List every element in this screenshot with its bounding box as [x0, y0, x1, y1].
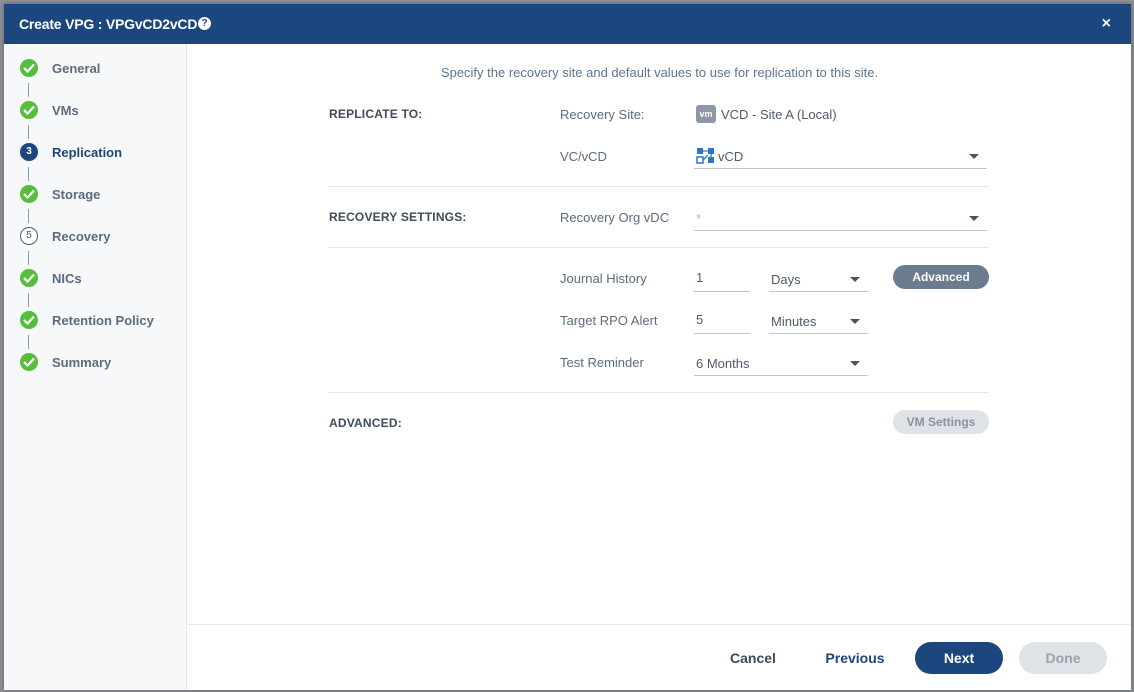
cancel-button[interactable]: Cancel — [708, 642, 798, 674]
step-label: General — [52, 61, 101, 76]
divider — [328, 186, 989, 187]
checkmark-icon — [20, 185, 38, 203]
previous-button[interactable]: Previous — [810, 642, 900, 674]
chevron-down-icon — [850, 277, 860, 282]
step-summary[interactable]: Summary — [4, 347, 187, 377]
step-label: Retention Policy — [52, 313, 154, 328]
step-label: Storage — [52, 187, 101, 202]
dialog-title: Create VPG : VPGvCD2vCD — [19, 16, 198, 32]
divider — [328, 392, 989, 393]
next-button[interactable]: Next — [915, 642, 1003, 674]
step-label: Recovery — [52, 229, 111, 244]
step-retention-policy[interactable]: Retention Policy — [4, 305, 187, 335]
recovery-settings-heading: RECOVERY SETTINGS: — [329, 210, 467, 224]
step-label: NICs — [52, 271, 82, 286]
recovery-org-vdc-select[interactable]: * — [694, 205, 987, 231]
target-rpo-unit-value: Minutes — [771, 314, 817, 329]
recovery-org-vdc-placeholder: * — [696, 211, 702, 226]
test-reminder-select[interactable]: 6 Months — [694, 350, 868, 376]
checkmark-icon — [20, 353, 38, 371]
journal-history-unit-value: Days — [771, 272, 801, 287]
step-instructions: Specify the recovery site and default va… — [440, 65, 879, 80]
step-vms[interactable]: VMs — [4, 95, 187, 125]
step-number-icon: 3 — [20, 143, 38, 161]
target-rpo-unit-select[interactable]: Minutes — [769, 308, 868, 334]
step-label: VMs — [52, 103, 79, 118]
replication-step-content: Specify the recovery site and default va… — [188, 44, 1131, 690]
journal-history-field[interactable] — [694, 266, 750, 292]
vcd-icon — [696, 148, 714, 164]
dialog-titlebar: Create VPG : VPGvCD2vCD ? × — [4, 4, 1131, 44]
step-number-icon: 5 — [20, 227, 38, 245]
vc-vcd-selected-value: vCD — [718, 149, 744, 164]
vm-settings-button[interactable]: VM Settings — [893, 410, 989, 434]
test-reminder-label: Test Reminder — [560, 355, 644, 370]
question-circle-icon[interactable]: ? — [198, 17, 211, 30]
step-general[interactable]: General — [4, 53, 187, 83]
vc-vcd-select[interactable]: vCD — [694, 143, 987, 169]
create-vpg-dialog: Create VPG : VPGvCD2vCD ? × General VMs … — [4, 4, 1131, 690]
step-replication[interactable]: 3 Replication — [4, 137, 187, 167]
step-label: Replication — [52, 145, 123, 160]
wizard-steps-sidebar: General VMs 3 Replication Storage 5 Reco… — [4, 44, 187, 690]
chevron-down-icon — [850, 361, 860, 366]
advanced-heading: ADVANCED: — [329, 416, 402, 430]
divider — [328, 247, 989, 248]
target-rpo-label: Target RPO Alert — [560, 313, 658, 328]
done-button[interactable]: Done — [1019, 642, 1107, 674]
journal-history-label: Journal History — [560, 271, 647, 286]
checkmark-icon — [20, 269, 38, 287]
recovery-org-vdc-label: Recovery Org vDC — [560, 210, 670, 225]
target-rpo-input[interactable] — [694, 312, 750, 327]
journal-history-input[interactable] — [694, 270, 750, 285]
recovery-site-label: Recovery Site: — [560, 107, 645, 122]
step-recovery[interactable]: 5 Recovery — [4, 221, 187, 251]
chevron-down-icon — [969, 154, 979, 159]
chevron-down-icon — [850, 319, 860, 324]
vc-vcd-label: VC/vCD — [560, 149, 607, 164]
replicate-to-heading: REPLICATE TO: — [329, 107, 423, 121]
recovery-site-text: VCD - Site A (Local) — [721, 107, 837, 122]
vm-icon: vm — [696, 105, 716, 123]
checkmark-icon — [20, 101, 38, 119]
journal-history-unit-select[interactable]: Days — [769, 266, 868, 292]
checkmark-icon — [20, 311, 38, 329]
checkmark-icon — [20, 59, 38, 77]
step-label: Summary — [52, 355, 112, 370]
step-storage[interactable]: Storage — [4, 179, 187, 209]
close-icon[interactable]: × — [1102, 14, 1111, 34]
chevron-down-icon — [969, 216, 979, 221]
advanced-journal-button[interactable]: Advanced — [893, 265, 989, 289]
step-nics[interactable]: NICs — [4, 263, 187, 293]
test-reminder-value: 6 Months — [696, 356, 750, 371]
wizard-footer: Cancel Previous Next Done — [188, 624, 1131, 690]
target-rpo-field[interactable] — [694, 308, 750, 334]
